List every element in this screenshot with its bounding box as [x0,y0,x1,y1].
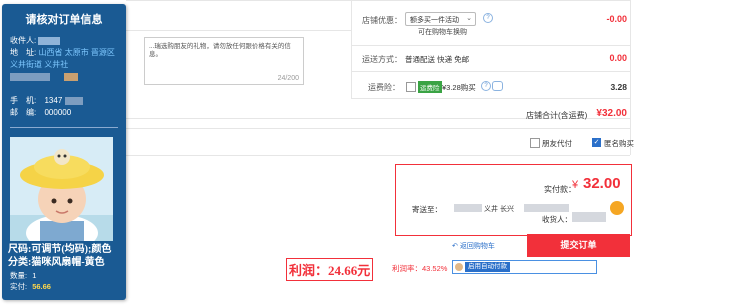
panel-paid-label: 实付: [10,282,28,291]
friend-pay-checkbox[interactable] [530,138,540,148]
order-info-panel: 请核对订单信息 收件人: 地 址: 山西省 太原市 晋源区 义井街道 义井社 手… [2,4,126,300]
address-blur [64,72,79,81]
question-icon[interactable]: ? [481,81,491,91]
address-blur-row [10,72,79,82]
avatar-icon [455,263,463,271]
shipping-label: 运送方式： [362,55,402,64]
question-icon[interactable]: ? [483,13,493,23]
phone-label: 手 机: [10,96,37,105]
phone-blur [64,96,83,105]
back-to-cart-label: 返回购物车 [459,243,495,250]
auto-pay-field[interactable]: 启用自动付款 [452,260,597,274]
spec-line-1: 尺码:可调节(均码);颜色 [8,244,112,255]
quantity-value: 1 [32,271,37,280]
address-value: 山西省 太原市 晋源区 [38,48,115,57]
address-row: 地 址: 山西省 太原市 晋源区 [10,48,115,58]
store-total-value: ¥32.00 [596,108,627,119]
discount-select-value: 额多买一件活动 [410,17,459,24]
insurance-label: 运费险： [368,83,400,92]
phone-row: 手 机: 1347 [10,96,83,106]
panel-title: 请核对订单信息 [25,14,103,26]
submit-order-button[interactable]: 提交订单 [527,234,630,257]
recipient-blur [38,36,61,45]
insurance-total: 3.28 [610,82,627,92]
address-blur [10,72,50,81]
insurance-checkbox[interactable] [406,82,416,92]
receiver-blur [572,212,606,222]
address-blur [524,204,569,212]
address-blur [454,204,482,212]
discount-select[interactable]: 额多买一件活动 ⌄ [405,12,476,26]
panel-divider [10,127,118,128]
panel-paid-value: 56.66 [32,282,51,291]
wangwang-icon[interactable] [610,201,624,215]
paid-amount: 32.00 [583,175,621,192]
chevron-down-icon: ⌄ [466,15,472,22]
spec-line-2: 分类:猫咪风扇帽-黄色 [8,257,105,268]
anonymous-checkbox[interactable]: ✓ [592,138,601,147]
discount-value: -0.00 [606,14,627,24]
back-arrow-icon: ↶ [452,243,458,250]
shipping-price: 0.00 [609,53,627,63]
address-partial: 义井 长兴 [484,206,514,213]
profit-value: 利润：24.66元 [286,258,374,281]
ship-to-label: 寄送至： [412,205,442,214]
order-summary-box: 实付款： ¥ 32.00 寄送至： 义井 长兴 收货人： [395,164,632,236]
phone-value: 1347 [44,96,63,105]
product-image [10,137,113,241]
friend-pay-label[interactable]: 朋友代付 [542,138,572,149]
zip-row: 邮 编: 000000 [10,108,71,118]
address-label: 地 址: [10,48,37,57]
recipient-row: 收件人: [10,36,61,46]
anonymous-label[interactable]: 匿名购买 [604,138,634,149]
receiver-label: 收货人： [542,215,572,224]
address-line2: 义井街道 义井社 [10,60,69,69]
profit-rate: 利润率：43.52% [392,264,448,273]
quantity-label: 数量: [10,271,28,280]
char-count: 24/200 [277,75,299,82]
paid-row: 实付: 56.66 [10,282,51,292]
auto-pay-button[interactable]: 启用自动付款 [465,262,510,272]
paid-currency: ¥ [572,179,579,191]
zip-value: 000000 [44,108,72,117]
quantity-row: 数量: 1 [10,271,36,281]
zip-label: 邮 编: [10,108,37,117]
discount-hint: 可在购物车换购 [418,29,467,36]
message-textarea[interactable]: ...瑞选购朋友的礼物，请勿放任何跟价格有关的信息。 24/200 [144,37,304,85]
discount-label: 店铺优惠： [362,16,402,25]
product-photo [10,137,113,241]
back-to-cart-link[interactable]: ↶ 返回购物车 [452,241,495,251]
shipping-method: 普通配送 快递 免邮 [405,55,470,64]
message-text: ...瑞选购朋友的礼物，请勿放任何跟价格有关的信息。 [149,43,291,58]
insurance-badge: 运费险 [418,81,442,93]
recipient-label: 收件人: [10,36,37,45]
store-total-label: 店铺合计(含运费) [526,111,588,120]
insurance-price: ¥3.28购买 [442,83,476,92]
chat-icon[interactable] [492,81,503,91]
